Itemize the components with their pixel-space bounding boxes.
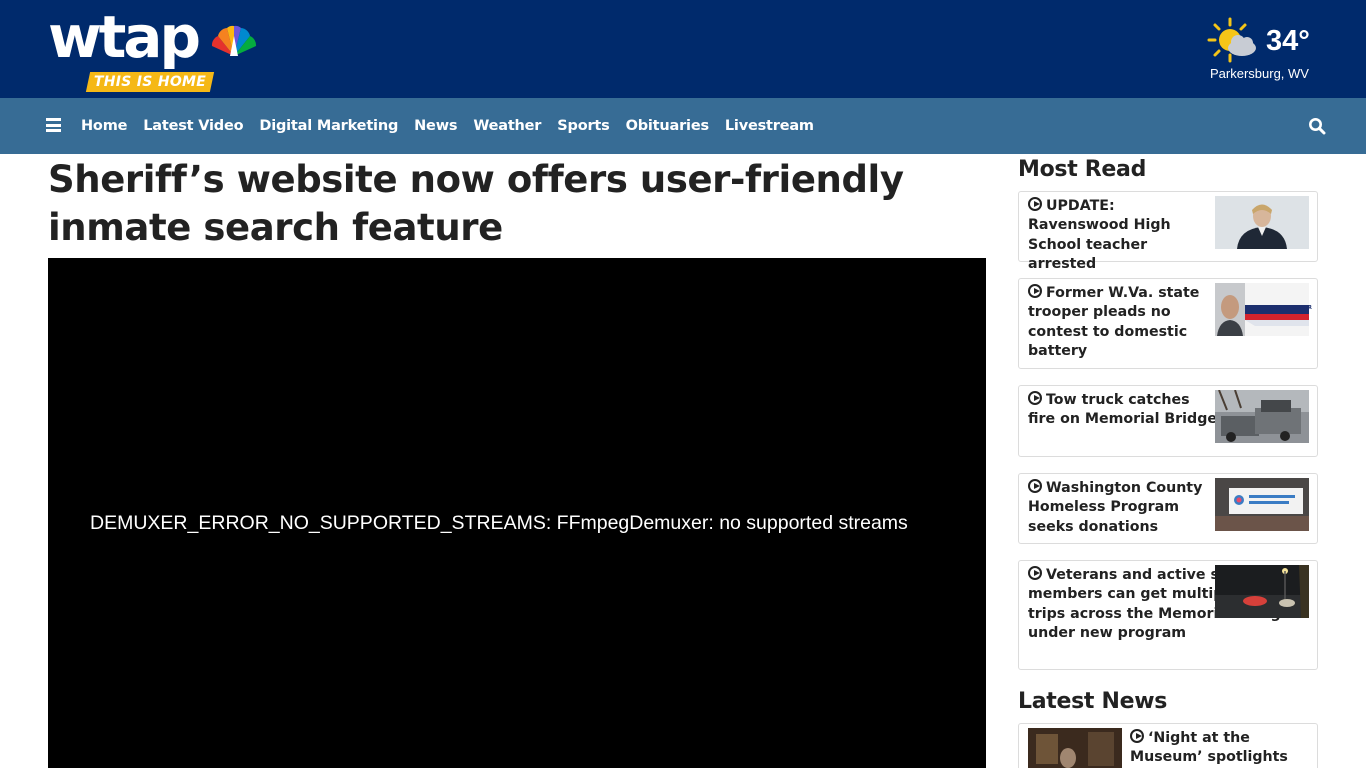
nbc-peacock-icon xyxy=(211,25,257,56)
tagline-badge: THIS IS HOME xyxy=(85,72,215,92)
play-circle-icon xyxy=(1028,197,1042,211)
video-error-message: DEMUXER_ERROR_NO_SUPPORTED_STREAMS: FFmp… xyxy=(90,512,908,534)
partly-sunny-icon xyxy=(1207,17,1256,63)
main-navigation: Home Latest Video Digital Marketing News… xyxy=(0,98,1366,154)
story-title: Former W.Va. state trooper pleads no con… xyxy=(1028,284,1200,360)
nav-item-news[interactable]: News xyxy=(414,118,457,134)
homeless-program-sign-thumbnail xyxy=(1215,478,1309,531)
logo-wordmark: wtap xyxy=(48,3,201,71)
latest-news-heading: Latest News xyxy=(1018,689,1168,714)
play-circle-icon xyxy=(1130,729,1144,743)
play-circle-icon xyxy=(1028,566,1042,580)
tow-truck-fire-thumbnail xyxy=(1215,390,1309,443)
play-circle-icon xyxy=(1028,479,1042,493)
weather-widget[interactable]: 34° Parkersburg, WV xyxy=(1206,16,1326,86)
search-icon[interactable] xyxy=(1308,117,1326,135)
nav-items: Home Latest Video Digital Marketing News… xyxy=(81,98,830,154)
thumbnail-caption: JOSEPH COMER xyxy=(1269,305,1312,311)
video-player[interactable]: DEMUXER_ERROR_NO_SUPPORTED_STREAMS: FFmp… xyxy=(48,258,986,768)
memorial-bridge-night-thumbnail xyxy=(1215,565,1309,618)
article-headline: Sheriff’s website now offers user-friend… xyxy=(48,158,904,249)
nav-item-sports[interactable]: Sports xyxy=(557,118,610,134)
nav-item-home[interactable]: Home xyxy=(81,118,127,134)
most-read-item[interactable]: Washington County Homeless Program seeks… xyxy=(1018,473,1318,544)
most-read-item[interactable]: Veterans and active service members can … xyxy=(1018,560,1318,670)
night-at-museum-thumbnail xyxy=(1028,728,1122,768)
site-header: wtap THIS IS HOME 34° Parkersburg, WV xyxy=(0,0,1366,98)
play-circle-icon xyxy=(1028,284,1042,298)
latest-news-item[interactable]: ‘Night at the Museum’ spotlights xyxy=(1018,723,1318,768)
current-temperature: 34° xyxy=(1266,25,1310,57)
story-title: Washington County Homeless Program seeks… xyxy=(1028,479,1203,535)
nav-item-digital-marketing[interactable]: Digital Marketing xyxy=(259,118,398,134)
tagline-text: THIS IS HOME xyxy=(93,74,207,90)
story-title: Tow truck catches fire on Memorial Bridg… xyxy=(1028,391,1217,428)
play-circle-icon xyxy=(1028,391,1042,405)
most-read-item[interactable]: UPDATE: Ravenswood High School teacher a… xyxy=(1018,191,1318,272)
nav-item-livestream[interactable]: Livestream xyxy=(725,118,814,134)
most-read-item[interactable]: Tow truck catches fire on Memorial Bridg… xyxy=(1018,385,1318,457)
most-read-item[interactable]: Former W.Va. state trooper pleads no con… xyxy=(1018,278,1318,369)
weather-location: Parkersburg, WV xyxy=(1210,66,1309,81)
hamburger-menu-icon[interactable] xyxy=(46,118,61,132)
nav-item-latest-video[interactable]: Latest Video xyxy=(143,118,243,134)
most-read-heading: Most Read xyxy=(1018,157,1147,182)
story-title: ‘Night at the Museum’ spotlights xyxy=(1130,729,1288,766)
story-title: UPDATE: Ravenswood High School teacher a… xyxy=(1028,197,1171,273)
wtap-logo[interactable]: wtap THIS IS HOME xyxy=(48,8,263,92)
teacher-photo-thumbnail xyxy=(1215,196,1309,249)
nav-item-weather[interactable]: Weather xyxy=(473,118,541,134)
nav-item-obituaries[interactable]: Obituaries xyxy=(626,118,710,134)
